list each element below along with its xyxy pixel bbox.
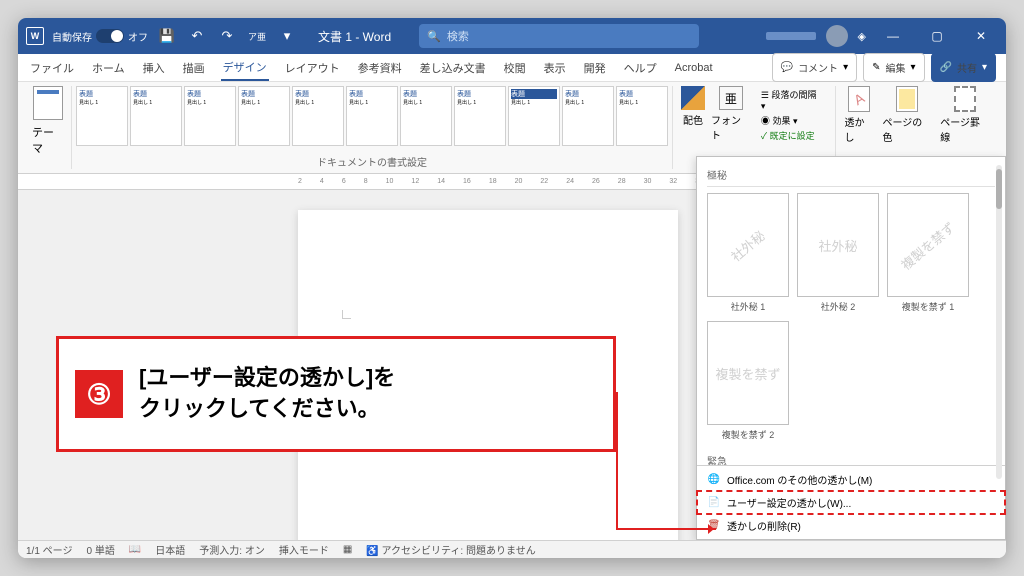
callout-arrow-icon — [708, 524, 714, 534]
ribbon-actions: 💬 コメント ▾ ✎ 編集 ▾ 🔗 共有 ▾ — [772, 53, 996, 82]
search-input[interactable]: 🔍 検索 — [419, 24, 699, 48]
remove-watermark[interactable]: 🗑透かしの削除(R) — [697, 514, 1005, 537]
spellcheck-icon[interactable]: 📖 — [129, 544, 141, 555]
comment-button[interactable]: 💬 コメント ▾ — [772, 53, 857, 82]
callout-step-number: ③ — [75, 370, 123, 418]
toggle-switch-icon — [96, 29, 124, 43]
statusbar: 1/1 ページ 0 単語 📖 日本語 予測入力: オン 挿入モード ▦ ♿ アク… — [18, 540, 1006, 558]
document-title: 文書 1 - Word — [318, 28, 391, 45]
format-card[interactable]: 表題見出し 1 — [562, 86, 614, 146]
more-office-watermarks[interactable]: 🌐Office.com のその他の透かし(M) — [697, 468, 1005, 491]
format-gallery[interactable]: 表題見出し 1 表題見出し 1 表題見出し 1 表題見出し 1 表題見出し 1 … — [76, 86, 668, 152]
format-card[interactable]: 表題見出し 1 — [616, 86, 668, 146]
search-icon: 🔍 — [427, 30, 441, 43]
watermark-option[interactable]: 複製を禁ず複製を禁ず 2 — [707, 321, 789, 441]
titlebar: W 自動保存 オフ 💾 ↶ ↷ ア亜 ▾ 文書 1 - Word 🔍 検索 ◈ … — [18, 18, 1006, 54]
autosave-label: 自動保存 — [52, 29, 92, 44]
scrollbar[interactable] — [996, 165, 1002, 479]
tab-home[interactable]: ホーム — [90, 56, 127, 80]
doc-formats-group: 表題見出し 1 表題見出し 1 表題見出し 1 表題見出し 1 表題見出し 1 … — [72, 86, 673, 169]
doc-format-label: ドキュメントの書式設定 — [76, 152, 668, 169]
colors-label: 配色 — [683, 112, 703, 127]
set-default-button[interactable]: ✓ 既定に設定 — [761, 129, 824, 142]
watermark-gallery: 極秘 社外秘社外秘 1 社外秘社外秘 2 複製を禁ず複製を禁ず 1 複製を禁ず複… — [697, 157, 1005, 465]
format-card[interactable]: 表題見出し 1 — [400, 86, 452, 146]
para-spacing-button[interactable]: ☰ 段落の間隔 ▾ — [761, 88, 824, 112]
page-color-button[interactable]: ページの色 — [882, 86, 932, 144]
format-card[interactable]: 表題見出し 1 — [238, 86, 290, 146]
tab-draw[interactable]: 描画 — [181, 56, 207, 80]
predictive-input[interactable]: 予測入力: オン — [199, 542, 265, 557]
tab-insert[interactable]: 挿入 — [141, 56, 167, 80]
search-placeholder: 検索 — [447, 28, 469, 44]
format-card[interactable]: 表題見出し 1 — [508, 86, 560, 146]
word-count[interactable]: 0 単語 — [86, 542, 114, 557]
tab-review[interactable]: 校閲 — [502, 56, 528, 80]
custom-watermark[interactable]: 📄ユーザー設定の透かし(W)... — [697, 491, 1005, 514]
effects-button[interactable]: ◉ 効果 ▾ — [761, 114, 824, 127]
overflow-icon[interactable]: ▾ — [276, 25, 298, 47]
fonts-label: フォント — [711, 112, 751, 142]
font-quick-icon[interactable]: ア亜 — [246, 25, 268, 47]
undo-icon[interactable]: ↶ — [186, 25, 208, 47]
page-border-icon — [954, 86, 976, 112]
watermark-category: 緊急 — [707, 449, 995, 465]
page-color-icon — [896, 86, 918, 112]
theme-group: テーマ — [26, 86, 72, 169]
word-window: W 自動保存 オフ 💾 ↶ ↷ ア亜 ▾ 文書 1 - Word 🔍 検索 ◈ … — [18, 18, 1006, 558]
watermark-button[interactable]: 透かし — [844, 86, 874, 144]
theme-icon[interactable] — [33, 86, 63, 120]
format-card[interactable]: 表題見出し 1 — [346, 86, 398, 146]
tab-mailings[interactable]: 差し込み文書 — [418, 56, 488, 80]
word-app-icon: W — [26, 27, 44, 45]
format-card[interactable]: 表題見出し 1 — [76, 86, 128, 146]
accessibility-status[interactable]: ♿ アクセシビリティ: 問題ありません — [366, 542, 535, 557]
colors-icon[interactable] — [681, 86, 705, 110]
watermark-option[interactable]: 社外秘社外秘 2 — [797, 193, 879, 313]
watermark-dropdown-panel: 極秘 社外秘社外秘 1 社外秘社外秘 2 複製を禁ず複製を禁ず 1 複製を禁ず複… — [696, 156, 1006, 540]
close-button[interactable]: ✕ — [964, 22, 998, 50]
tab-file[interactable]: ファイル — [28, 56, 76, 80]
watermark-option[interactable]: 社外秘社外秘 1 — [707, 193, 789, 313]
instruction-callout: ③ [ユーザー設定の透かし]を クリックしてください。 — [56, 336, 616, 452]
page-border-button[interactable]: ページ罫線 — [940, 86, 990, 144]
fonts-icon[interactable]: 亜 — [719, 86, 743, 110]
format-card[interactable]: 表題見出し 1 — [184, 86, 236, 146]
watermark-actions: 🌐Office.com のその他の透かし(M) 📄ユーザー設定の透かし(W)..… — [697, 465, 1005, 539]
autosave-toggle[interactable]: 自動保存 オフ — [52, 29, 148, 44]
tab-view[interactable]: 表示 — [542, 56, 568, 80]
watermark-icon — [848, 86, 870, 112]
autosave-state: オフ — [128, 29, 148, 44]
format-card[interactable]: 表題見出し 1 — [454, 86, 506, 146]
titlebar-right: ◈ — ▢ ✕ — [766, 22, 998, 50]
user-avatar[interactable] — [826, 25, 848, 47]
tab-references[interactable]: 参考資料 — [356, 56, 404, 80]
tab-design[interactable]: デザイン — [221, 55, 269, 81]
edit-button[interactable]: ✎ 編集 ▾ — [863, 53, 924, 82]
format-card[interactable]: 表題見出し 1 — [130, 86, 182, 146]
redo-icon[interactable]: ↷ — [216, 25, 238, 47]
share-button[interactable]: 🔗 共有 ▾ — [931, 53, 996, 82]
diamond-icon[interactable]: ◈ — [858, 30, 866, 43]
minimize-button[interactable]: — — [876, 22, 910, 50]
watermark-category: 極秘 — [707, 163, 995, 187]
theme-label: テーマ — [32, 124, 65, 156]
tab-layout[interactable]: レイアウト — [283, 56, 342, 80]
macro-icon[interactable]: ▦ — [343, 544, 352, 555]
format-card[interactable]: 表題見出し 1 — [292, 86, 344, 146]
ribbon-tabs: ファイル ホーム 挿入 描画 デザイン レイアウト 参考資料 差し込み文書 校閲… — [18, 54, 1006, 82]
tab-help[interactable]: ヘルプ — [622, 56, 659, 80]
tab-developer[interactable]: 開発 — [582, 56, 608, 80]
save-icon[interactable]: 💾 — [156, 25, 178, 47]
maximize-button[interactable]: ▢ — [920, 22, 954, 50]
page-count[interactable]: 1/1 ページ — [26, 542, 72, 557]
language-indicator[interactable]: 日本語 — [155, 542, 185, 557]
insert-mode[interactable]: 挿入モード — [279, 542, 329, 557]
callout-text: [ユーザー設定の透かし]を クリックしてください。 — [139, 363, 395, 425]
username-redacted — [766, 32, 816, 40]
callout-connector — [616, 392, 716, 530]
watermark-option[interactable]: 複製を禁ず複製を禁ず 1 — [887, 193, 969, 313]
tab-acrobat[interactable]: Acrobat — [673, 58, 715, 78]
